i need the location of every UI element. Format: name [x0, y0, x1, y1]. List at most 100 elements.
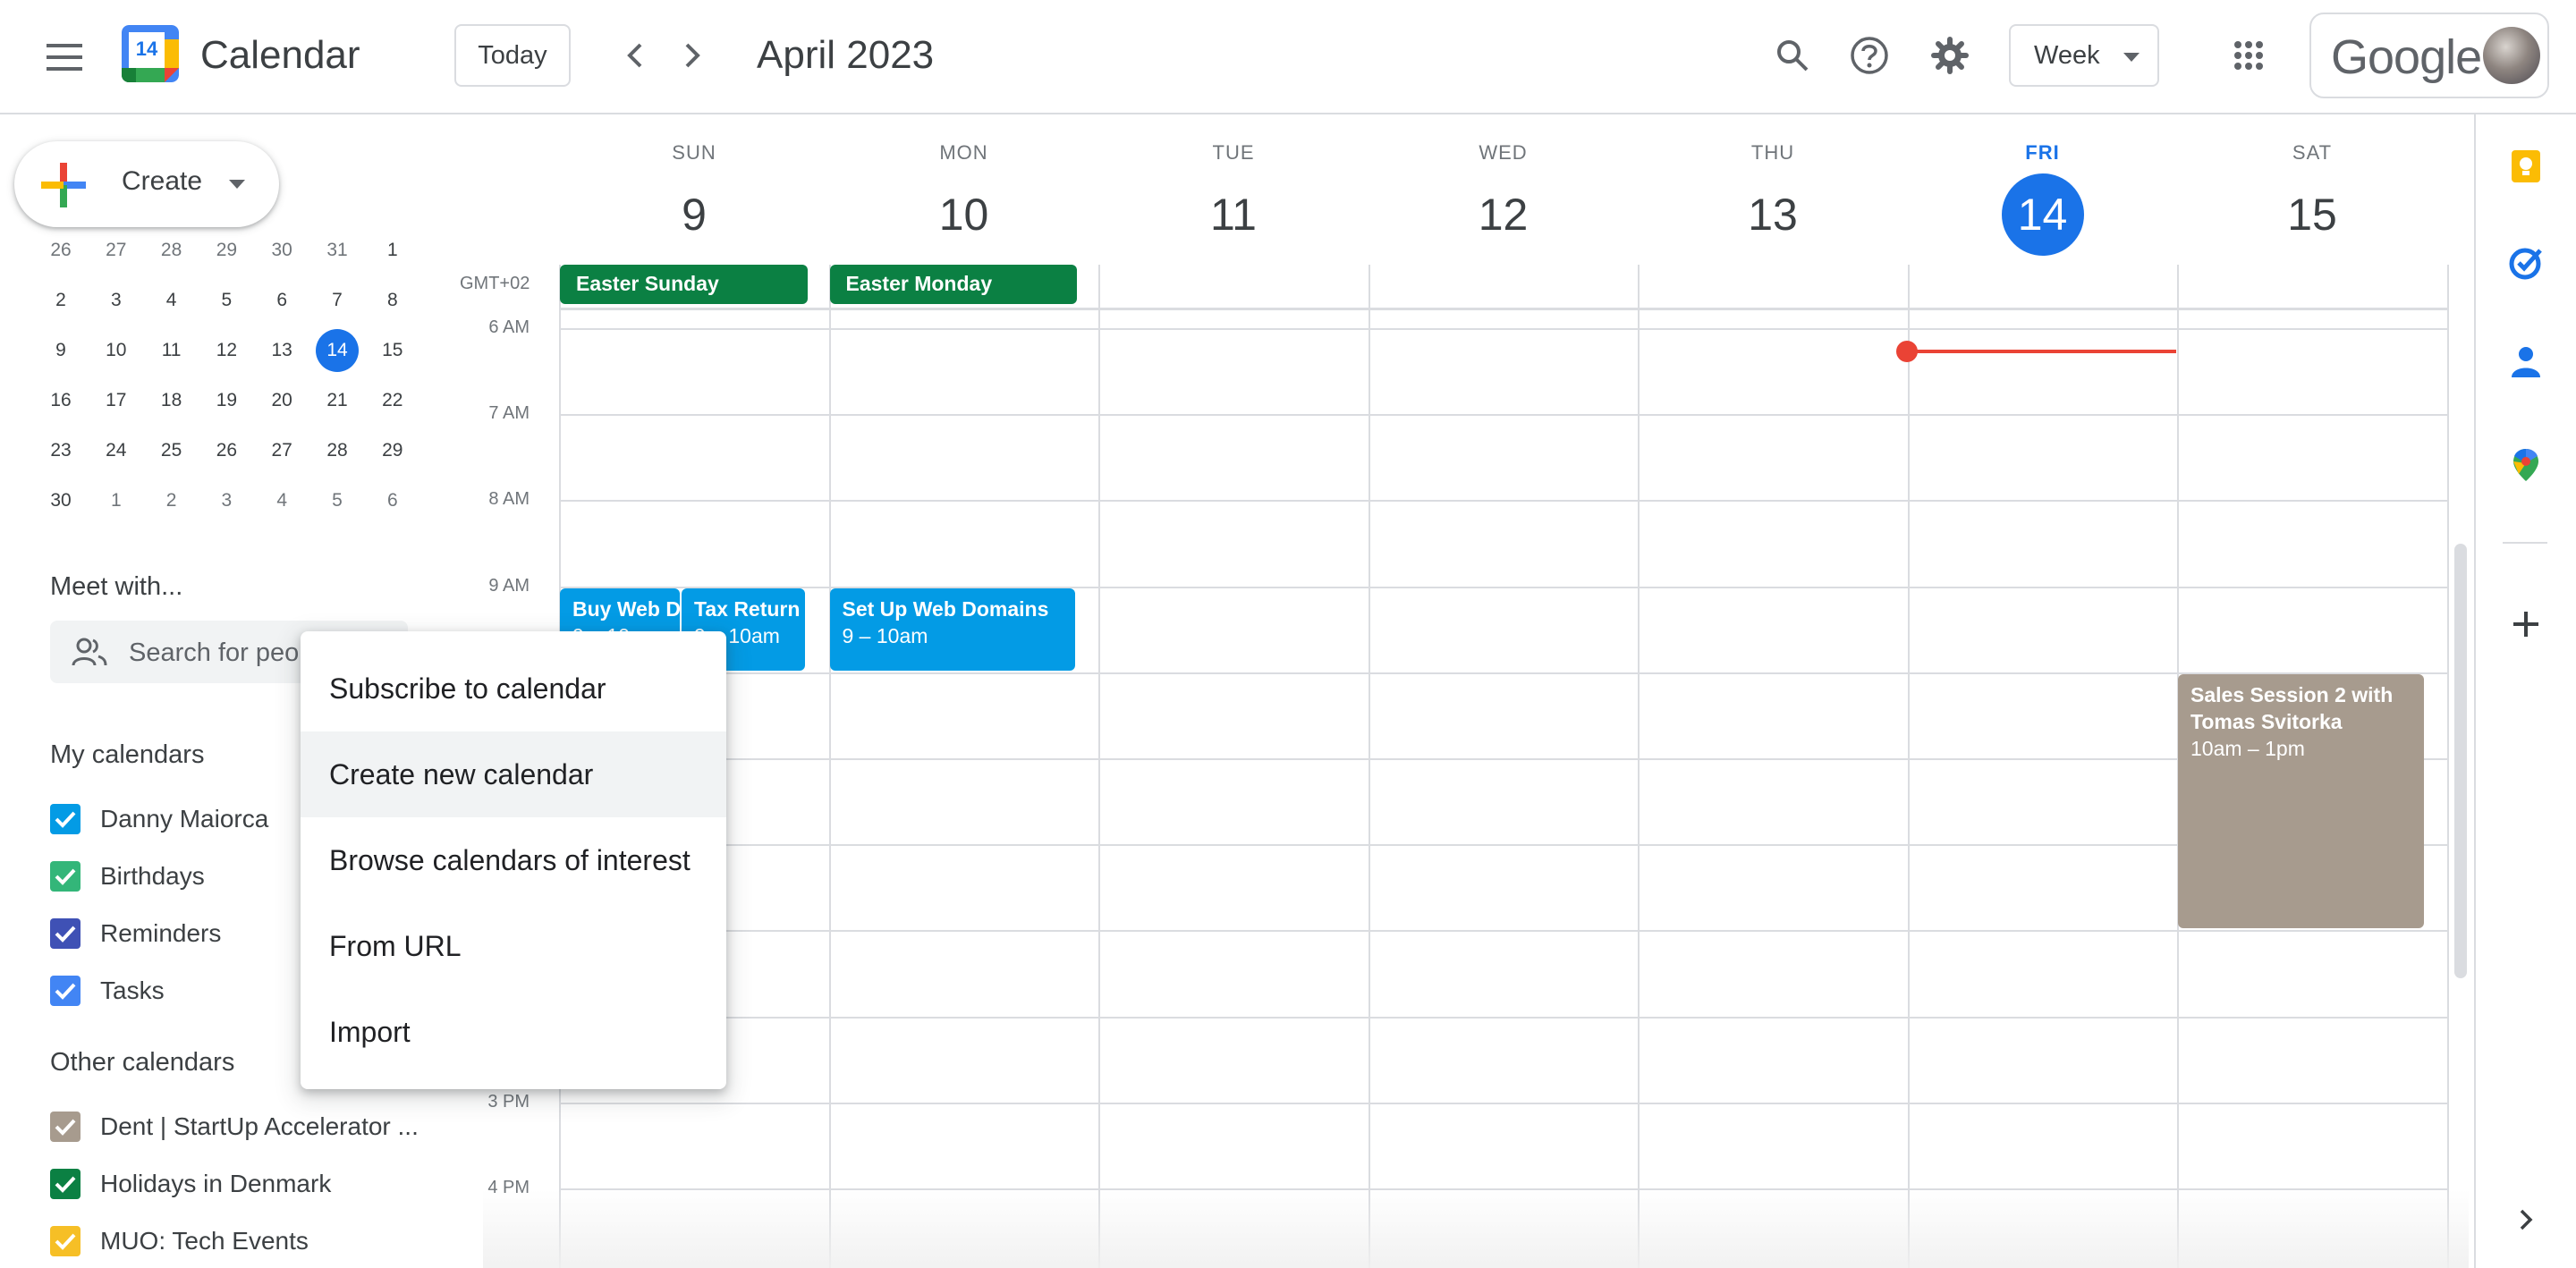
contacts-icon[interactable]: [2506, 342, 2546, 381]
day-header-mon[interactable]: MON 10: [829, 141, 1099, 256]
my-calendar-row[interactable]: Reminders: [50, 916, 221, 951]
other-calendars-title[interactable]: Other calendars: [50, 1048, 234, 1078]
mini-calendar-day[interactable]: 2: [150, 479, 193, 522]
checkbox-checked-icon[interactable]: [50, 804, 80, 834]
mini-calendar-day[interactable]: 29: [205, 229, 248, 272]
calendar-event[interactable]: Sales Session 2 with Tomas Svitorka 10am …: [2178, 673, 2424, 929]
apps-grid-icon[interactable]: [2220, 27, 2277, 84]
all-day-event[interactable]: Easter Sunday: [560, 265, 808, 304]
mini-calendar-day[interactable]: 5: [316, 479, 359, 522]
google-account-button[interactable]: Google: [2309, 13, 2549, 98]
create-button[interactable]: Create: [14, 141, 279, 227]
mini-calendar-day[interactable]: 22: [371, 379, 414, 422]
my-calendar-row[interactable]: Tasks: [50, 973, 165, 1009]
mini-calendar-day[interactable]: 28: [316, 429, 359, 472]
my-calendars-title[interactable]: My calendars: [50, 740, 204, 770]
mini-calendar-day[interactable]: 25: [150, 429, 193, 472]
mini-calendar-day[interactable]: 24: [95, 429, 138, 472]
tasks-icon[interactable]: [2506, 243, 2546, 283]
mini-calendar-day[interactable]: 8: [371, 279, 414, 322]
mini-calendar-day[interactable]: 11: [150, 329, 193, 372]
mini-calendar-day[interactable]: 15: [371, 329, 414, 372]
mini-calendar-day[interactable]: 18: [150, 379, 193, 422]
mini-calendar-day[interactable]: 21: [316, 379, 359, 422]
mini-calendar-day[interactable]: 1: [371, 229, 414, 272]
day-number[interactable]: 10: [923, 173, 1005, 256]
mini-calendar-day[interactable]: 28: [150, 229, 193, 272]
mini-calendar-day[interactable]: 1: [95, 479, 138, 522]
mini-calendar-day[interactable]: 30: [260, 229, 303, 272]
mini-calendar-day[interactable]: 16: [39, 379, 82, 422]
mini-calendar-day[interactable]: 31: [316, 229, 359, 272]
checkbox-checked-icon[interactable]: [50, 1112, 80, 1142]
mini-calendar-day[interactable]: 30: [39, 479, 82, 522]
expand-panel-icon[interactable]: [2506, 1200, 2546, 1239]
day-header-fri[interactable]: FRI 14: [1908, 141, 2178, 256]
view-switcher-dropdown[interactable]: Week: [2009, 24, 2159, 87]
day-header-sat[interactable]: SAT 15: [2177, 141, 2447, 256]
mini-calendar-day[interactable]: 9: [39, 329, 82, 372]
help-icon[interactable]: [1841, 27, 1898, 84]
checkbox-checked-icon[interactable]: [50, 1169, 80, 1199]
mini-calendar-day[interactable]: 13: [260, 329, 303, 372]
mini-calendar-day[interactable]: 27: [260, 429, 303, 472]
mini-calendar-day[interactable]: 6: [260, 279, 303, 322]
menu-item-subscribe-to-calendar[interactable]: Subscribe to calendar: [301, 646, 726, 731]
mini-calendar-day[interactable]: 29: [371, 429, 414, 472]
grid-scrollbar[interactable]: [2454, 544, 2467, 978]
menu-item-import[interactable]: Import: [301, 989, 726, 1075]
other-calendar-row[interactable]: MUO: Tech Events: [50, 1223, 309, 1259]
other-calendar-row[interactable]: Dent | StartUp Accelerator ...: [50, 1109, 419, 1145]
mini-calendar-day[interactable]: 26: [39, 229, 82, 272]
checkbox-checked-icon[interactable]: [50, 861, 80, 892]
other-calendar-row[interactable]: Holidays in Denmark: [50, 1166, 331, 1202]
maps-icon[interactable]: [2506, 445, 2546, 485]
mini-calendar-day[interactable]: 2: [39, 279, 82, 322]
mini-calendar-day[interactable]: 10: [95, 329, 138, 372]
mini-calendar-day[interactable]: 26: [205, 429, 248, 472]
mini-calendar-day[interactable]: 3: [95, 279, 138, 322]
settings-gear-icon[interactable]: [1921, 27, 1979, 84]
mini-calendar-day[interactable]: 20: [260, 379, 303, 422]
day-header-tue[interactable]: TUE 11: [1098, 141, 1368, 256]
day-header-wed[interactable]: WED 12: [1368, 141, 1639, 256]
my-calendar-row[interactable]: Birthdays: [50, 858, 205, 894]
today-button[interactable]: Today: [454, 24, 571, 87]
mini-calendar-day[interactable]: 4: [150, 279, 193, 322]
hamburger-menu-icon[interactable]: [36, 29, 93, 86]
day-number[interactable]: 12: [1462, 173, 1545, 256]
avatar[interactable]: [2483, 27, 2540, 84]
checkbox-checked-icon[interactable]: [50, 1226, 80, 1256]
mini-calendar-day[interactable]: 6: [371, 479, 414, 522]
menu-item-browse-calendars-of-interest[interactable]: Browse calendars of interest: [301, 817, 726, 903]
mini-calendar-day[interactable]: 23: [39, 429, 82, 472]
mini-calendar-day[interactable]: 4: [260, 479, 303, 522]
add-icon[interactable]: [2506, 604, 2546, 644]
calendar-logo-icon[interactable]: 14: [122, 25, 179, 82]
mini-calendar-day[interactable]: 12: [205, 329, 248, 372]
day-header-thu[interactable]: THU 13: [1638, 141, 1908, 256]
mini-calendar-day-today[interactable]: 14: [316, 329, 359, 372]
mini-calendar-day[interactable]: 3: [205, 479, 248, 522]
mini-calendar-day[interactable]: 17: [95, 379, 138, 422]
chevron-right-icon[interactable]: [665, 29, 719, 82]
day-header-sun[interactable]: SUN 9: [559, 141, 829, 256]
all-day-event[interactable]: Easter Monday: [829, 265, 1077, 304]
day-number[interactable]: 11: [1192, 173, 1275, 256]
day-number[interactable]: 9: [653, 173, 735, 256]
mini-calendar-day[interactable]: 7: [316, 279, 359, 322]
day-number[interactable]: 13: [1732, 173, 1814, 256]
menu-item-from-url[interactable]: From URL: [301, 903, 726, 989]
checkbox-checked-icon[interactable]: [50, 976, 80, 1006]
day-number[interactable]: 15: [2271, 173, 2353, 256]
checkbox-checked-icon[interactable]: [50, 918, 80, 949]
mini-calendar-day[interactable]: 27: [95, 229, 138, 272]
menu-item-create-new-calendar[interactable]: Create new calendar: [301, 731, 726, 817]
mini-calendar-day[interactable]: 19: [205, 379, 248, 422]
mini-calendar-day[interactable]: 5: [205, 279, 248, 322]
my-calendar-row[interactable]: Danny Maiorca: [50, 801, 268, 837]
calendar-event[interactable]: Set Up Web Domains 9 – 10am: [829, 588, 1075, 671]
search-icon[interactable]: [1764, 27, 1821, 84]
chevron-left-icon[interactable]: [608, 29, 662, 82]
keep-icon[interactable]: [2506, 147, 2546, 186]
